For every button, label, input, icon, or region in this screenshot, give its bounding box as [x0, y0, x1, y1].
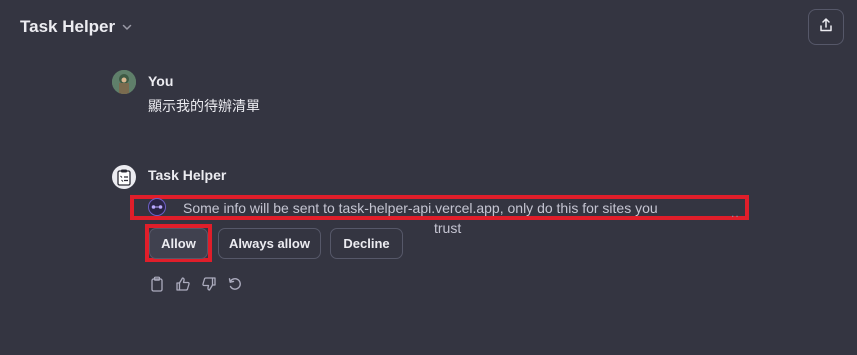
thumbs-down-icon[interactable] — [201, 276, 217, 292]
allow-button[interactable]: Allow — [149, 228, 208, 259]
message-text: 顯示我的待辦清單 — [148, 98, 260, 114]
regenerate-icon[interactable] — [227, 276, 243, 292]
clipboard-avatar — [112, 165, 136, 189]
more-options-icon[interactable]: .. — [731, 206, 740, 220]
chevron-down-icon — [121, 21, 133, 33]
consent-message: Some info will be sent to task-helper-ap… — [183, 200, 658, 216]
consent-message-continued: trust — [434, 220, 462, 236]
user-avatar — [112, 70, 136, 94]
message-author: Task Helper — [148, 167, 227, 183]
share-button[interactable] — [808, 9, 844, 45]
page-title: Task Helper — [20, 17, 116, 36]
share-icon — [818, 17, 834, 38]
message-author: You — [148, 73, 174, 89]
always-allow-button[interactable]: Always allow — [218, 228, 321, 259]
chat-page: Task Helper You 顯示我的待辦清單 Task Helper Som… — [0, 0, 857, 355]
model-selector[interactable]: Task Helper — [20, 17, 133, 37]
thumbs-up-icon[interactable] — [175, 276, 191, 292]
copy-icon[interactable] — [149, 276, 165, 292]
plugin-icon — [146, 198, 168, 216]
decline-button[interactable]: Decline — [330, 228, 403, 259]
